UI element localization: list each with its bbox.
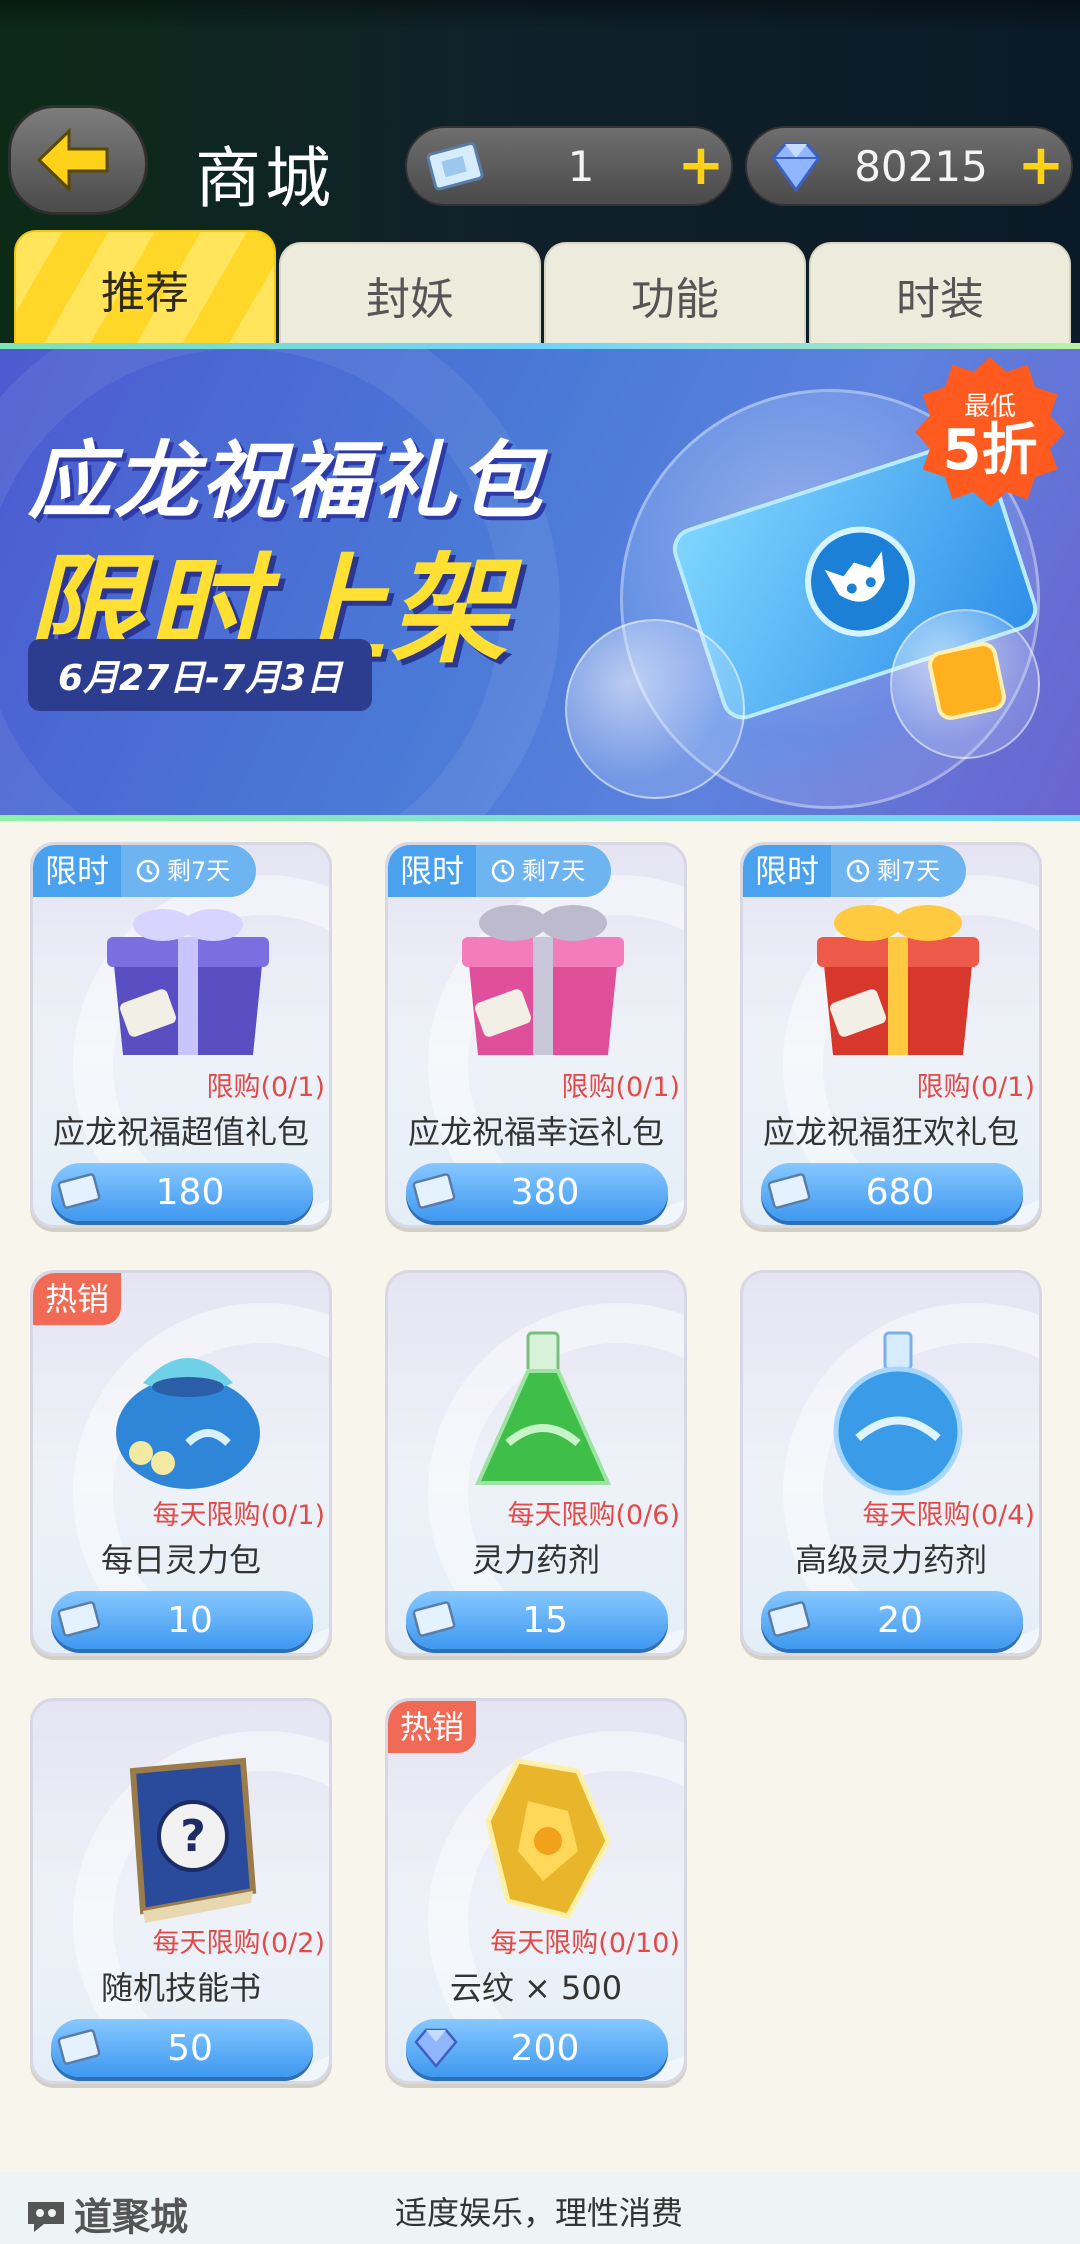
clock-icon [491, 859, 515, 883]
blue-pouch-icon [116, 1358, 260, 1489]
banner-date: 6月27日-7月3日 [28, 639, 373, 711]
ticket-count: 1 [567, 141, 595, 191]
demon-emblem-icon [790, 512, 930, 651]
item-card[interactable]: 限时 剩7天 限购(0/1) 应龙祝福幸运礼包 380 [385, 842, 687, 1228]
price: 10 [167, 1599, 213, 1641]
clock-icon [136, 859, 160, 883]
discount-value: 5折 [942, 417, 1038, 483]
banner-divider [0, 815, 1080, 821]
price: 200 [510, 2027, 580, 2069]
add-gems-button[interactable]: + [1011, 138, 1071, 194]
back-arrow-icon [36, 127, 109, 193]
price: 50 [167, 2027, 213, 2069]
buy-button[interactable]: 20 [761, 1591, 1023, 1649]
item-name: 灵力药剂 [471, 1541, 600, 1579]
buy-button[interactable]: 15 [406, 1591, 668, 1649]
discount-label: 最低 [963, 391, 1016, 422]
page-title: 商城 [195, 140, 335, 217]
item-card[interactable]: ? 每天限购(0/2) 随机技能书 50 [30, 1698, 332, 2084]
shop-tabs: 推荐 封妖 功能 时装 [14, 230, 1071, 345]
item-name: 应龙祝福幸运礼包 [407, 1113, 664, 1151]
item-name: 高级灵力药剂 [794, 1541, 987, 1579]
item-card[interactable]: 限时 剩7天 限购(0/1) 应龙祝福超值礼包 180 [30, 842, 332, 1228]
green-potion-icon [474, 1331, 612, 1485]
gem-count: 80215 [854, 141, 988, 191]
ticket-icon [57, 1601, 101, 1637]
buy-button[interactable]: 200 [406, 2019, 668, 2077]
purple-gift-box-icon [107, 909, 269, 1055]
back-button[interactable] [8, 105, 148, 215]
buy-button[interactable]: 180 [51, 1163, 313, 1221]
purchase-limit: 每天限购(0/10) [490, 1928, 680, 1959]
ticket-icon [57, 2029, 101, 2065]
blue-potion-icon [833, 1331, 963, 1496]
svg-text:?: ? [180, 1811, 206, 1862]
purchase-limit: 每天限购(0/4) [862, 1500, 1035, 1531]
tab-recommended[interactable]: 推荐 [14, 230, 276, 345]
item-card[interactable]: 每天限购(0/6) 灵力药剂 15 [385, 1270, 687, 1656]
purchase-limit: 限购(0/1) [916, 1072, 1035, 1103]
purchase-limit: 每天限购(0/1) [152, 1500, 325, 1531]
price: 380 [510, 1171, 580, 1213]
gem-icon [771, 142, 821, 193]
daojucheng-logo-icon [28, 2201, 64, 2232]
price: 180 [155, 1171, 225, 1213]
item-card[interactable]: 热销 每天限购(0/10) 云纹 × 500 200 [385, 1698, 687, 2084]
footer: 道聚城 适度娱乐，理性消费 [0, 2172, 1080, 2244]
price: 15 [522, 1599, 568, 1641]
tab-fashion[interactable]: 时装 [809, 242, 1071, 345]
purchase-limit: 每天限购(0/6) [507, 1500, 680, 1531]
item-name: 云纹 × 500 [449, 1969, 623, 2007]
add-tickets-button[interactable]: + [671, 138, 731, 194]
red-gift-box-icon [817, 905, 979, 1055]
gem-balance: 80215 + [745, 126, 1073, 206]
promo-banner[interactable]: 应龙祝福礼包 限时上架 6月27日-7月3日 最低 5折 [0, 349, 1080, 819]
bubble-rings [565, 619, 745, 799]
footer-logo: 道聚城 [24, 2186, 188, 2241]
bubble-coin [890, 609, 1040, 759]
item-card[interactable]: 限时 剩7天 限购(0/1) 应龙祝福狂欢礼包 680 [740, 842, 1042, 1228]
ticket-balance: 1 + [405, 126, 733, 206]
pink-gift-box-icon [462, 905, 624, 1055]
gem-icon [414, 2028, 458, 2068]
price: 20 [877, 1599, 923, 1641]
purchase-limit: 每天限购(0/2) [152, 1928, 325, 1959]
footer-logo-text: 道聚城 [74, 2195, 189, 2239]
item-name: 应龙祝福超值礼包 [52, 1113, 309, 1151]
purchase-limit: 限购(0/1) [561, 1072, 680, 1103]
item-name: 每日灵力包 [100, 1541, 261, 1579]
ticket-icon [767, 1173, 811, 1209]
buy-button[interactable]: 50 [51, 2019, 313, 2077]
ticket-icon [767, 1601, 811, 1637]
ticket-icon [57, 1173, 101, 1209]
clock-icon [846, 859, 870, 883]
ticket-icon [412, 1173, 456, 1209]
buy-button[interactable]: 10 [51, 1591, 313, 1649]
item-name: 随机技能书 [100, 1969, 261, 2007]
ticket-icon [412, 1601, 456, 1637]
gold-crystal-icon [485, 1758, 611, 1919]
buy-button[interactable]: 380 [406, 1163, 668, 1221]
item-name: 应龙祝福狂欢礼包 [762, 1113, 1019, 1151]
tab-seal-demon[interactable]: 封妖 [279, 242, 541, 345]
buy-button[interactable]: 680 [761, 1163, 1023, 1221]
item-card[interactable]: 热销 每天限购(0/1) 每日灵力包 10 [30, 1270, 332, 1656]
ticket-icon [426, 142, 484, 191]
price: 680 [865, 1171, 935, 1213]
item-card[interactable]: 每天限购(0/4) 高级灵力药剂 20 [740, 1270, 1042, 1656]
skill-book-icon: ? [129, 1757, 257, 1923]
health-notice: 适度娱乐，理性消费 [395, 2194, 684, 2232]
tab-function[interactable]: 功能 [544, 242, 806, 345]
purchase-limit: 限购(0/1) [206, 1072, 325, 1103]
